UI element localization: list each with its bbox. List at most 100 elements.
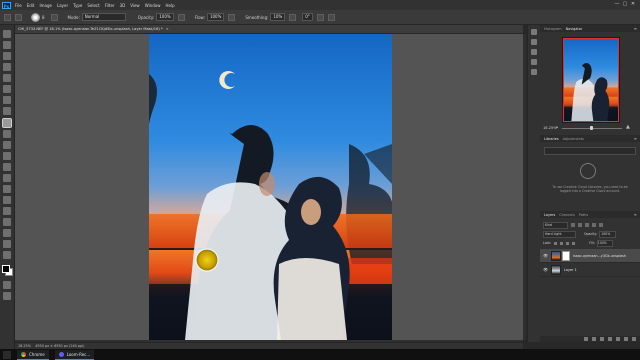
visibility-eye-icon[interactable]: 👁 <box>543 253 549 258</box>
lock-transparent-icon[interactable] <box>554 241 558 245</box>
group-icon[interactable] <box>616 337 620 341</box>
taskbar-item-chrome[interactable]: Chrome <box>17 349 49 360</box>
tab-paths[interactable]: Paths <box>579 213 588 217</box>
zoom-in-icon[interactable]: ▲ <box>626 124 632 130</box>
path-selection-tool-icon[interactable] <box>3 218 11 226</box>
panel-menu-icon[interactable]: ≡ <box>634 212 637 217</box>
shape-tool-icon[interactable] <box>3 229 11 237</box>
library-search-input[interactable] <box>544 147 636 155</box>
lock-position-icon[interactable] <box>566 241 570 245</box>
foreground-color-swatch[interactable] <box>2 265 10 273</box>
menu-help[interactable]: Help <box>165 3 174 8</box>
taskbar-item-loom[interactable]: Loom-Rec... <box>54 349 95 360</box>
tab-navigator[interactable]: Navigator <box>566 27 583 31</box>
menu-type[interactable]: Type <box>73 3 82 8</box>
zoom-level[interactable]: 18.25% <box>18 344 31 348</box>
brush-panel-icon[interactable] <box>531 69 537 75</box>
swatches-panel-icon[interactable] <box>531 49 537 55</box>
delete-layer-icon[interactable] <box>632 337 636 341</box>
zoom-tool-icon[interactable] <box>3 251 11 259</box>
tab-adjustments[interactable]: Adjustments <box>563 137 584 141</box>
maximize-button[interactable]: ▢ <box>621 1 629 7</box>
dodge-tool-icon[interactable] <box>3 185 11 193</box>
blur-tool-icon[interactable] <box>3 174 11 182</box>
menu-select[interactable]: Select <box>87 3 99 8</box>
blend-mode-select[interactable]: Hard Light <box>543 230 576 238</box>
panel-menu-icon[interactable]: ≡ <box>634 136 637 141</box>
tab-libraries[interactable]: Libraries <box>544 137 559 141</box>
brush-settings-icon[interactable] <box>50 13 58 21</box>
adjustment-layer-icon[interactable] <box>608 337 612 341</box>
smoothing-field[interactable]: 10% <box>270 13 286 21</box>
color-panel-icon[interactable] <box>531 39 537 45</box>
pressure-opacity-icon[interactable] <box>177 13 185 21</box>
menu-edit[interactable]: Edit <box>27 3 35 8</box>
healing-brush-tool-icon[interactable] <box>3 107 11 115</box>
panel-menu-icon[interactable]: ≡ <box>634 26 637 31</box>
layer-kind-filter[interactable]: Kind <box>543 221 568 229</box>
fill-field[interactable]: 100% <box>596 239 613 247</box>
frame-tool-icon[interactable] <box>3 85 11 93</box>
document-canvas[interactable] <box>149 34 392 340</box>
filter-smart-icon[interactable] <box>599 223 603 227</box>
crop-tool-icon[interactable] <box>3 74 11 82</box>
type-tool-icon[interactable] <box>3 207 11 215</box>
filter-pixel-icon[interactable] <box>571 223 575 227</box>
navigator-zoom-knob[interactable] <box>590 126 593 130</box>
layer-thumbnail[interactable] <box>551 264 561 275</box>
navigator-view-box[interactable] <box>563 38 619 122</box>
brush-tool-icon[interactable] <box>2 118 12 128</box>
link-layers-icon[interactable] <box>584 337 588 341</box>
layer-name[interactable]: Layer 1 <box>564 268 577 272</box>
close-button[interactable]: ✕ <box>629 1 637 7</box>
filter-type-icon[interactable] <box>585 223 589 227</box>
navigator-thumbnail[interactable] <box>562 37 620 123</box>
brush-tool-preset-icon[interactable] <box>15 13 22 21</box>
smoothing-settings-icon[interactable] <box>289 13 297 21</box>
layer-mask-thumbnail[interactable] <box>562 250 570 261</box>
pen-tool-icon[interactable] <box>3 196 11 204</box>
hand-tool-icon[interactable] <box>3 240 11 248</box>
menu-file[interactable]: File <box>15 3 22 8</box>
tab-histogram[interactable]: Histogram <box>544 27 562 31</box>
close-document-icon[interactable]: × <box>166 25 169 33</box>
angle-field[interactable]: 0° <box>302 13 313 21</box>
menu-image[interactable]: Image <box>39 3 52 8</box>
tab-channels[interactable]: Channels <box>559 213 575 217</box>
properties-panel-icon[interactable] <box>531 59 537 65</box>
tab-layers[interactable]: Layers <box>544 213 555 217</box>
menu-view[interactable]: View <box>130 3 140 8</box>
opacity-field[interactable]: 100% <box>156 13 174 21</box>
add-mask-icon[interactable] <box>600 337 604 341</box>
history-panel-icon[interactable] <box>531 29 537 35</box>
vertical-scrollbar[interactable] <box>523 34 526 340</box>
filter-adjustment-icon[interactable] <box>578 223 582 227</box>
eyedropper-tool-icon[interactable] <box>3 96 11 104</box>
start-button[interactable] <box>3 350 11 359</box>
lasso-tool-icon[interactable] <box>3 52 11 60</box>
lock-pixels-icon[interactable] <box>560 241 564 245</box>
eraser-tool-icon[interactable] <box>3 152 11 160</box>
menu-3d[interactable]: 3D <box>120 3 126 8</box>
minimize-button[interactable]: — <box>613 1 621 7</box>
layer-row[interactable]: 👁 isaac-ayenaan...y3Gk-unsplash <box>540 249 640 263</box>
layer-opacity-field[interactable]: 100% <box>599 230 617 238</box>
airbrush-icon[interactable] <box>228 13 236 21</box>
document-tab[interactable]: CHI_5733.NEF @ 18.1% (Isaac-ayenaan-TeZ1… <box>15 25 523 34</box>
mode-select[interactable]: Normal <box>81 13 126 21</box>
history-brush-tool-icon[interactable] <box>3 141 11 149</box>
pressure-size-icon[interactable] <box>316 13 324 21</box>
document-info[interactable]: 4950 px × 6930 px (240 ppi) <box>35 344 84 348</box>
marquee-tool-icon[interactable] <box>3 41 11 49</box>
clone-stamp-tool-icon[interactable] <box>3 130 11 138</box>
layer-thumbnail[interactable] <box>551 250 561 261</box>
visibility-eye-icon[interactable]: 👁 <box>543 267 549 272</box>
menu-window[interactable]: Window <box>145 3 161 8</box>
filter-shape-icon[interactable] <box>592 223 596 227</box>
navigator-zoom-value[interactable]: 18.25% <box>543 126 557 130</box>
menu-layer[interactable]: Layer <box>57 3 68 8</box>
symmetry-icon[interactable] <box>327 13 335 21</box>
zoom-out-icon[interactable]: ▴ <box>556 125 560 129</box>
gradient-tool-icon[interactable] <box>3 163 11 171</box>
quick-select-tool-icon[interactable] <box>3 63 11 71</box>
